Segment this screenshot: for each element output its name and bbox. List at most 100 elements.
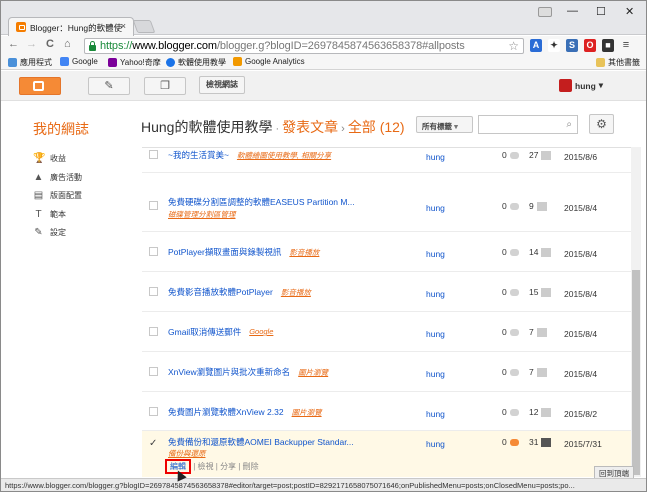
bookmark-apps[interactable]: 應用程式 xyxy=(8,57,52,68)
browser-tab[interactable]: Blogger：Hung的軟體使 × xyxy=(8,17,134,36)
bookmark-tutorial[interactable]: 軟體使用教學 xyxy=(166,57,226,68)
view-blog-button[interactable]: 檢視網誌 xyxy=(199,76,245,94)
post-author[interactable]: hung xyxy=(426,289,445,299)
post-label[interactable]: 圖片瀏覽 xyxy=(298,367,328,378)
post-date: 2015/8/4 xyxy=(564,369,598,379)
chevron-down-icon: ▾ xyxy=(454,122,458,131)
post-author[interactable]: hung xyxy=(426,152,445,162)
bookmark-star-icon[interactable]: ☆ xyxy=(508,39,519,53)
bookmark-google[interactable]: Google xyxy=(60,57,98,66)
post-title[interactable]: ~我的生活賞美~ xyxy=(168,149,229,161)
menu-icon[interactable]: ≡ xyxy=(620,39,632,52)
view-link[interactable]: 檢視 xyxy=(198,462,214,471)
dark-extension-icon[interactable]: ■ xyxy=(602,39,614,52)
comment-bubble-icon xyxy=(509,328,519,336)
minimize-button[interactable]: — xyxy=(567,5,578,17)
post-author[interactable]: hung xyxy=(426,329,445,339)
post-title[interactable]: 免費硬碟分割區調整的軟體EASEUS Partition M... xyxy=(168,196,355,208)
sidebar-item-layout[interactable]: ▤ 版面配置 xyxy=(33,190,82,201)
post-label[interactable]: Google xyxy=(249,327,273,336)
post-title[interactable]: XnView瀏覽圖片與批次重新命名 xyxy=(168,366,290,378)
table-row[interactable]: 免費硬碟分割區調整的軟體EASEUS Partition M... 磁碟管理分割區… xyxy=(142,186,631,232)
post-author[interactable]: hung xyxy=(426,439,445,449)
settings-gear-button[interactable]: ⚙ xyxy=(589,114,614,134)
filter-all[interactable]: 全部 (12) xyxy=(348,119,405,135)
row-checkbox[interactable] xyxy=(149,150,158,159)
bookmark-yahoo[interactable]: Yahoo!奇摩 xyxy=(108,57,161,68)
translate-extension-icon[interactable]: A xyxy=(530,39,542,52)
scrollbar-thumb[interactable] xyxy=(632,270,640,475)
post-title[interactable]: 免費圖片瀏覽軟體XnView 2.32 xyxy=(168,406,284,418)
address-bar[interactable]: https://www.blogger.com/blogger.g?blogID… xyxy=(84,38,524,54)
post-author[interactable]: hung xyxy=(426,369,445,379)
sidebar-item-earnings[interactable]: 🏆 收益 xyxy=(33,153,66,164)
new-post-button[interactable]: ✎ xyxy=(88,77,130,95)
view-count: 7 xyxy=(529,367,547,377)
account-menu[interactable]: hung ▾ xyxy=(559,79,603,92)
blog-name[interactable]: Hung的軟體使用教學 xyxy=(141,119,272,135)
sidebar-item-template[interactable]: T 範本 xyxy=(33,209,66,220)
all-labels-dropdown[interactable]: 所有標籤 ▾ xyxy=(416,116,473,133)
sidebar-item-campaigns[interactable]: ▲ 廣告活動 xyxy=(33,172,82,183)
puzzle-extension-icon[interactable]: ✦ xyxy=(548,39,560,52)
table-row[interactable]: PotPlayer擷取畫面與錄製視訊 影音播放 hung 0 14 2015/8/4 xyxy=(142,232,631,272)
post-author[interactable]: hung xyxy=(426,203,445,213)
comment-count: 0 xyxy=(502,287,519,297)
delete-link[interactable]: 刪除 xyxy=(243,462,259,471)
lock-icon xyxy=(88,41,97,51)
reload-button[interactable]: C xyxy=(46,38,54,50)
table-row[interactable]: ~我的生活賞美~ 軟體繪圖使用教學, 相關分享 hung 0 27 2015/8/6 xyxy=(142,147,631,173)
chevron-down-icon: ▾ xyxy=(598,80,604,90)
post-date: 2015/8/6 xyxy=(564,152,598,162)
blogger-logo-icon xyxy=(33,81,44,91)
post-author[interactable]: hung xyxy=(426,249,445,259)
other-bookmarks[interactable]: 其他書籤 xyxy=(596,57,640,68)
row-checkbox[interactable]: ✓ xyxy=(149,439,158,449)
row-checkbox[interactable] xyxy=(149,407,158,416)
maximize-button[interactable]: ☐ xyxy=(596,5,606,18)
post-label[interactable]: 圖片瀏覽 xyxy=(292,407,322,418)
post-author[interactable]: hung xyxy=(426,409,445,419)
row-checkbox[interactable] xyxy=(149,201,158,210)
row-checkbox[interactable] xyxy=(149,247,158,256)
table-row[interactable]: 免費影音播放軟體PotPlayer 影音播放 hung 0 15 2015/8/4 xyxy=(142,272,631,312)
post-label[interactable]: 影音播放 xyxy=(281,287,311,298)
post-title[interactable]: PotPlayer擷取畫面與錄製視訊 xyxy=(168,246,281,258)
s-extension-icon[interactable]: S xyxy=(566,39,578,52)
row-checkbox[interactable] xyxy=(149,367,158,376)
comment-bubble-icon xyxy=(509,151,519,159)
post-label[interactable]: 軟體繪圖使用教學, 相關分享 xyxy=(237,150,331,161)
row-checkbox[interactable] xyxy=(149,327,158,336)
view-count: 15 xyxy=(529,287,552,297)
tab-close-icon[interactable]: × xyxy=(121,21,126,31)
row-checkbox[interactable] xyxy=(149,287,158,296)
status-bar-url: https://www.blogger.com/blogger.g?blogID… xyxy=(1,478,646,491)
post-label[interactable]: 影音播放 xyxy=(289,247,319,258)
share-link[interactable]: 分享 xyxy=(220,462,236,471)
table-row[interactable]: 免費圖片瀏覽軟體XnView 2.32 圖片瀏覽 hung 0 12 2015/8/2 xyxy=(142,392,631,431)
post-label[interactable]: 備份與還原 xyxy=(168,448,206,459)
post-label[interactable]: 磁碟管理分割區管理 xyxy=(168,209,236,220)
table-row[interactable]: ✓ 免費備份和還原軟體AOMEI Backupper Standar... 備份與還… xyxy=(142,431,631,477)
back-button[interactable]: ← xyxy=(8,38,19,50)
home-button[interactable]: ⌂ xyxy=(64,38,71,50)
blogger-home-button[interactable] xyxy=(19,77,61,95)
close-window-button[interactable]: ✕ xyxy=(625,5,634,18)
post-title[interactable]: 免費影音播放軟體PotPlayer xyxy=(168,286,273,298)
my-blog-link[interactable]: 我的網誌 xyxy=(33,119,89,139)
sidebar-item-settings[interactable]: ✎ 設定 xyxy=(33,227,66,238)
view-count: 27 xyxy=(529,150,552,160)
red-extension-icon[interactable]: O xyxy=(584,39,596,52)
table-row[interactable]: XnView瀏覽圖片與批次重新命名 圖片瀏覽 hung 0 7 2015/8/4 xyxy=(142,352,631,392)
bookmark-analytics[interactable]: Google Analytics xyxy=(233,57,305,66)
post-title[interactable]: Gmail取消傳送郵件 xyxy=(168,326,241,338)
forward-button[interactable]: → xyxy=(26,38,37,50)
section-title[interactable]: 發表文章 xyxy=(282,119,338,135)
posts-list-button[interactable]: ❐ xyxy=(144,77,186,95)
view-count: 7 xyxy=(529,327,547,337)
gear-icon: ⚙ xyxy=(596,117,607,131)
profile-icon[interactable] xyxy=(538,7,552,17)
search-input[interactable]: ⌕ xyxy=(478,115,578,134)
table-row[interactable]: Gmail取消傳送郵件 Google hung 0 7 2015/8/4 xyxy=(142,312,631,352)
post-title[interactable]: 免費備份和還原軟體AOMEI Backupper Standar... xyxy=(168,436,354,448)
